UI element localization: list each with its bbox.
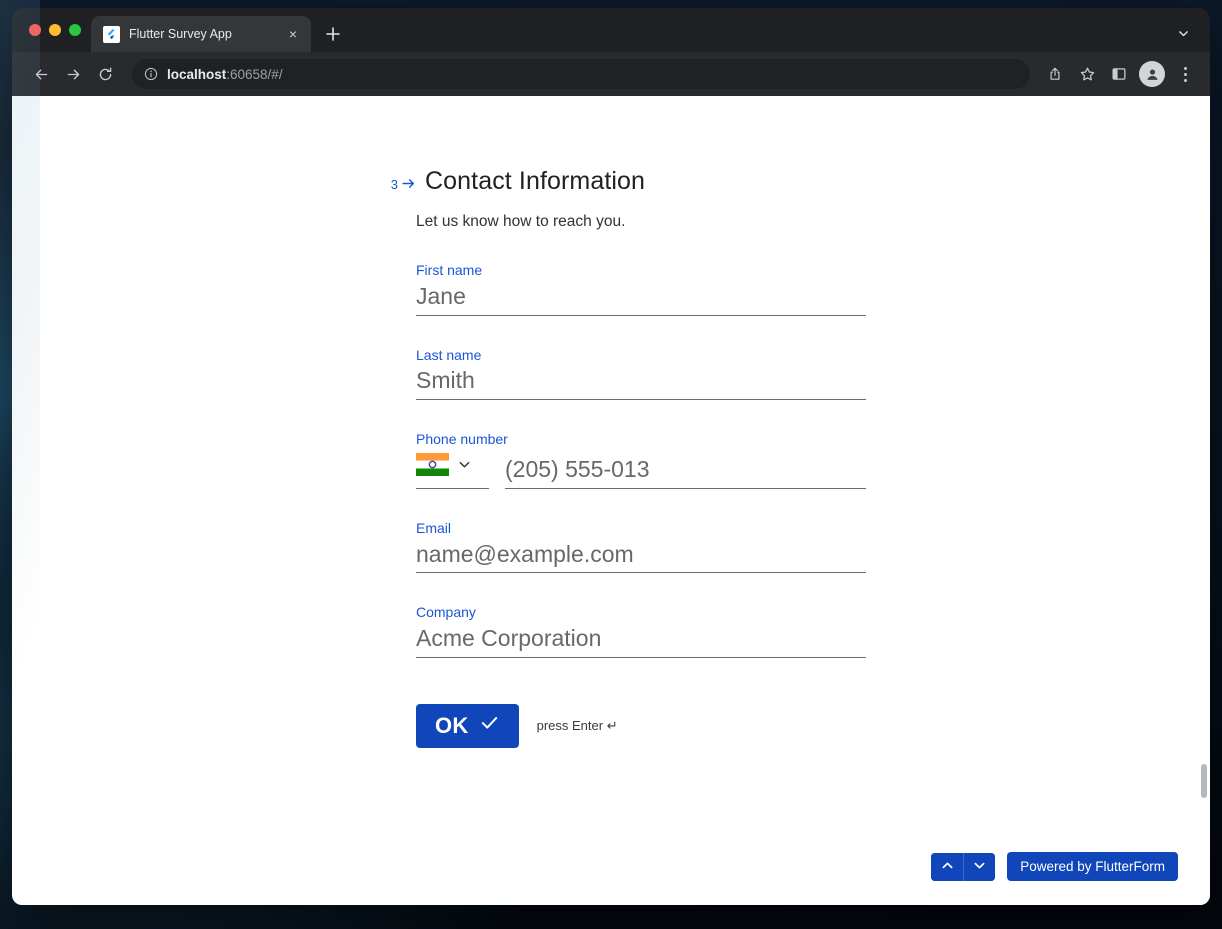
field-last-name[interactable]: Last name Smith [416,347,866,400]
flutter-logo-icon [103,25,120,43]
country-code-select[interactable] [416,449,489,489]
powered-by-flutterform-badge[interactable]: Powered by FlutterForm [1007,852,1178,881]
profile-avatar-icon[interactable] [1139,61,1165,87]
reload-icon[interactable] [90,59,120,89]
tab-search-chevron-down-icon[interactable] [1168,18,1198,48]
window-traffic-lights [12,8,91,52]
address-bar-url: localhost:60658/#/ [167,67,283,82]
field-underline [416,656,866,658]
form-navigation-bar: Powered by FlutterForm [931,852,1178,881]
field-label-first-name: First name [416,262,483,279]
ashoka-chakra-icon [429,460,436,468]
next-step-button[interactable] [963,852,996,881]
browser-window: Flutter Survey App × localhost:60658/#/ … [12,8,1210,905]
browser-tab-title: Flutter Survey App [129,27,232,41]
browser-tab-active[interactable]: Flutter Survey App × [91,16,311,52]
address-bar-path: :60658/#/ [226,66,283,82]
close-window-button[interactable] [29,24,41,36]
back-arrow-icon[interactable] [26,59,56,89]
check-icon [479,712,500,739]
address-bar[interactable]: localhost:60658/#/ [132,59,1030,89]
side-panel-icon[interactable] [1104,59,1134,89]
step-number: 3 [390,177,398,192]
page-viewport: 3 Contact Information Let us know how to… [12,96,1210,905]
field-underline [416,399,866,400]
page-title: Contact Information [425,167,646,195]
phone-row: (205) 555-013 [416,449,866,489]
page-subtitle: Let us know how to reach you. [416,212,626,230]
forward-arrow-icon[interactable] [58,59,88,89]
new-tab-button[interactable] [318,19,348,49]
press-enter-hint: press Enter ↵ [536,717,618,733]
field-company[interactable]: Company Acme Corporation [416,604,866,658]
field-label-phone-number: Phone number [416,431,508,447]
first-name-input[interactable]: Jane [416,280,866,315]
chevron-down-icon [972,858,987,876]
minimize-window-button[interactable] [49,24,61,36]
phone-number-input[interactable]: (205) 555-013 [505,453,866,488]
info-circle-icon[interactable] [144,67,158,81]
previous-step-button[interactable] [931,852,964,881]
close-icon[interactable]: × [284,25,302,43]
browser-tab-strip: Flutter Survey App × [12,8,1210,52]
submit-row: OK press Enter ↵ [416,703,866,748]
field-first-name[interactable]: First name Jane [416,262,866,316]
step-nav-buttons [931,852,996,881]
arrow-right-icon [401,176,416,191]
page-scrollbar-thumb[interactable] [1201,764,1207,798]
three-dots-glyph [1183,66,1187,82]
india-flag-icon [416,452,449,476]
page-scrollbar-track[interactable] [1197,96,1210,905]
maximize-window-button[interactable] [69,24,81,36]
browser-toolbar: localhost:60658/#/ [12,52,1210,96]
field-underline [416,487,489,489]
step-heading: 3 Contact Information [386,167,866,196]
desktop-background: Flutter Survey App × localhost:60658/#/ … [0,0,1222,929]
field-label-email: Email [416,519,452,536]
field-underline [505,487,866,489]
country-code-inner [416,449,489,488]
ok-button[interactable]: OK [416,703,519,748]
field-email[interactable]: Email name@example.com [416,519,866,574]
share-icon[interactable] [1040,59,1070,89]
field-underline [416,314,866,316]
field-underline [416,572,866,574]
last-name-input[interactable]: Smith [416,364,866,399]
chevron-down-icon[interactable] [457,457,472,472]
field-label-company: Company [416,604,476,621]
three-dots-icon[interactable] [1170,59,1200,89]
ok-button-label: OK [435,712,469,738]
field-phone-number[interactable]: Phone number (205) 555-013 [416,431,866,489]
address-bar-host: localhost [167,66,227,82]
company-input[interactable]: Acme Corporation [416,622,866,657]
field-label-last-name: Last name [416,346,482,363]
star-icon[interactable] [1072,59,1102,89]
survey-form: 3 Contact Information Let us know how to… [391,167,866,748]
phone-number-field[interactable]: (205) 555-013 [505,453,866,489]
email-input[interactable]: name@example.com [416,538,866,573]
chevron-up-icon [940,858,955,876]
